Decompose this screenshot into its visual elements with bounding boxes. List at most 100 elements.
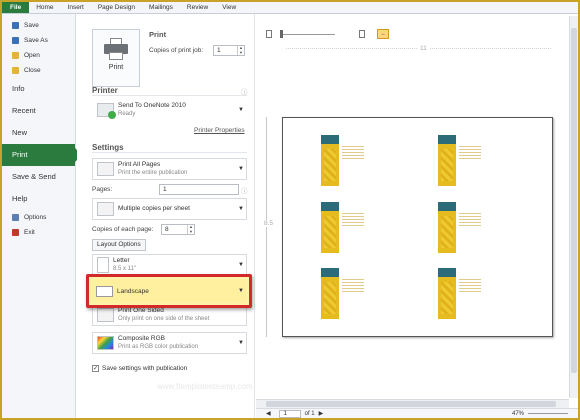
page-of-label: of 1 <box>304 410 315 417</box>
print-button[interactable]: Print <box>92 29 140 87</box>
nav-exit[interactable]: Exit <box>2 225 75 240</box>
prev-page-icon[interactable]: ◀ <box>266 410 271 417</box>
scrollbar-thumb[interactable] <box>571 28 577 373</box>
copies-spinner[interactable]: 1 ▲ ▼ <box>213 45 245 56</box>
orientation-option: Landscape <box>117 287 149 295</box>
chevron-down-icon: ▼ <box>238 206 244 212</box>
business-card-preview <box>438 268 502 319</box>
print-settings-panel: Print Print Copies of print job: 1 ▲ ▼ Pr… <box>77 14 255 418</box>
pages-icon <box>97 162 114 176</box>
vertical-ruler <box>266 117 272 337</box>
business-card-preview <box>321 202 385 253</box>
tab-file[interactable]: File <box>2 2 30 13</box>
color-option-sub: Print as RGB color publication <box>118 344 199 350</box>
backstage-nav: Save Save As Open Close Info Recent New … <box>2 14 82 418</box>
printer-icon <box>104 38 128 60</box>
nav-save[interactable]: Save <box>2 18 75 33</box>
print-button-label: Print <box>108 64 124 71</box>
nav-save-send[interactable]: Save & Send <box>2 166 75 188</box>
tab-mailings[interactable]: Mailings <box>142 2 180 13</box>
fit-page-icon[interactable]: ↔ <box>377 29 389 39</box>
tab-view[interactable]: View <box>215 2 243 13</box>
chevron-down-icon: ▼ <box>238 288 244 294</box>
horizontal-scrollbar[interactable] <box>256 399 569 408</box>
backstage-window: File Home Insert Page Design Mailings Re… <box>2 2 578 418</box>
save-settings-checkbox[interactable]: ✓ Save settings with publication <box>92 365 187 372</box>
zoom-bar[interactable] <box>528 413 568 414</box>
pages-option-main: Print All Pages <box>118 161 161 168</box>
pages-info-icon[interactable]: ⓘ <box>241 185 248 195</box>
printer-dropdown[interactable]: Send To OneNote 2010 Ready ▼ <box>92 99 247 121</box>
nav-open[interactable]: Open <box>2 48 75 63</box>
printer-name: Send To OneNote 2010 <box>118 102 186 109</box>
layout-dropdown[interactable]: Multiple copies per sheet ▼ <box>92 198 247 220</box>
vertical-scrollbar[interactable] <box>569 16 578 398</box>
spinner-arrows-icon[interactable]: ▲ ▼ <box>187 224 194 234</box>
pages-value: 1 <box>163 186 167 193</box>
zoom-slider[interactable] <box>280 29 335 38</box>
spinner-arrows-icon[interactable]: ▲ ▼ <box>237 45 244 55</box>
nav-close-label: Close <box>24 67 41 74</box>
chevron-down-icon: ▼ <box>238 166 244 172</box>
printer-heading: Printer <box>92 86 118 95</box>
save-as-icon <box>12 37 19 44</box>
actual-size-icon[interactable] <box>359 30 365 38</box>
business-card-preview <box>321 268 385 319</box>
layout-options-button[interactable]: Layout Options <box>92 239 146 251</box>
nav-print[interactable]: Print <box>2 144 82 166</box>
orientation-highlight: Landscape ▼ <box>86 274 252 308</box>
checkmark-icon: ✓ <box>92 365 99 372</box>
ribbon-tabs: File Home Insert Page Design Mailings Re… <box>2 2 578 14</box>
chevron-down-icon: ▼ <box>238 262 244 268</box>
pages-label: Pages: <box>92 186 113 193</box>
ruler-v-label: 8.5 <box>264 220 274 227</box>
nav-open-label: Open <box>24 52 40 59</box>
nav-options-label: Options <box>24 214 47 221</box>
pages-dropdown[interactable]: Print All Pages Print the entire publica… <box>92 158 247 180</box>
save-icon <box>12 22 19 29</box>
business-card-preview <box>321 135 385 186</box>
copies-each-label: Copies of each page: <box>92 226 154 233</box>
print-heading: Print <box>149 30 167 39</box>
tab-insert[interactable]: Insert <box>61 2 91 13</box>
nav-recent[interactable]: Recent <box>2 100 75 122</box>
ruler-label: 11 <box>418 45 429 52</box>
orientation-dropdown[interactable]: Landscape ▼ <box>92 280 246 302</box>
copies-each-spinner[interactable]: 8 ▲ ▼ <box>161 224 195 235</box>
single-page-icon[interactable] <box>266 30 272 38</box>
tab-page-design[interactable]: Page Design <box>91 2 142 13</box>
preview-toolbar: ↔ <box>266 28 389 40</box>
printer-properties-link[interactable]: Printer Properties <box>194 127 245 134</box>
options-icon <box>12 214 19 221</box>
pages-input[interactable]: 1 <box>159 184 239 195</box>
nav-save-as-label: Save As <box>24 37 48 44</box>
one-sided-icon <box>97 308 114 322</box>
slider-thumb[interactable] <box>280 29 283 38</box>
page-number-field[interactable]: 1 <box>278 409 301 418</box>
paper-option-sub: 8.5 x 11" <box>113 266 137 272</box>
sides-option-sub: Only print on one side of the sheet <box>118 316 210 322</box>
color-option-main: Composite RGB <box>118 335 165 342</box>
color-dropdown[interactable]: Composite RGB Print as RGB color publica… <box>92 332 247 354</box>
paper-icon <box>97 257 109 273</box>
watermark: www.ftemplatesteamp.com <box>157 382 253 391</box>
divider <box>92 95 247 96</box>
paper-size-dropdown[interactable]: Letter 8.5 x 11" ▼ <box>92 254 247 276</box>
scrollbar-thumb[interactable] <box>266 401 556 407</box>
nav-options[interactable]: Options <box>2 210 75 225</box>
settings-heading: Settings <box>92 143 124 152</box>
tab-review[interactable]: Review <box>180 2 215 13</box>
tab-home[interactable]: Home <box>29 2 60 13</box>
paper-option-main: Letter <box>113 257 130 264</box>
business-card-preview <box>438 202 502 253</box>
next-page-icon[interactable]: ▶ <box>319 410 324 417</box>
nav-info[interactable]: Info <box>2 78 75 100</box>
nav-help[interactable]: Help <box>2 188 75 210</box>
business-card-preview <box>438 135 502 186</box>
copies-label: Copies of print job: <box>149 47 204 54</box>
nav-close[interactable]: Close <box>2 63 75 78</box>
nav-save-as[interactable]: Save As <box>2 33 75 48</box>
print-preview: ↔ 11 8.5 ◀ 1 of 1 ▶ 47% <box>256 14 578 418</box>
printer-device-icon <box>97 103 116 119</box>
nav-new[interactable]: New <box>2 122 75 144</box>
